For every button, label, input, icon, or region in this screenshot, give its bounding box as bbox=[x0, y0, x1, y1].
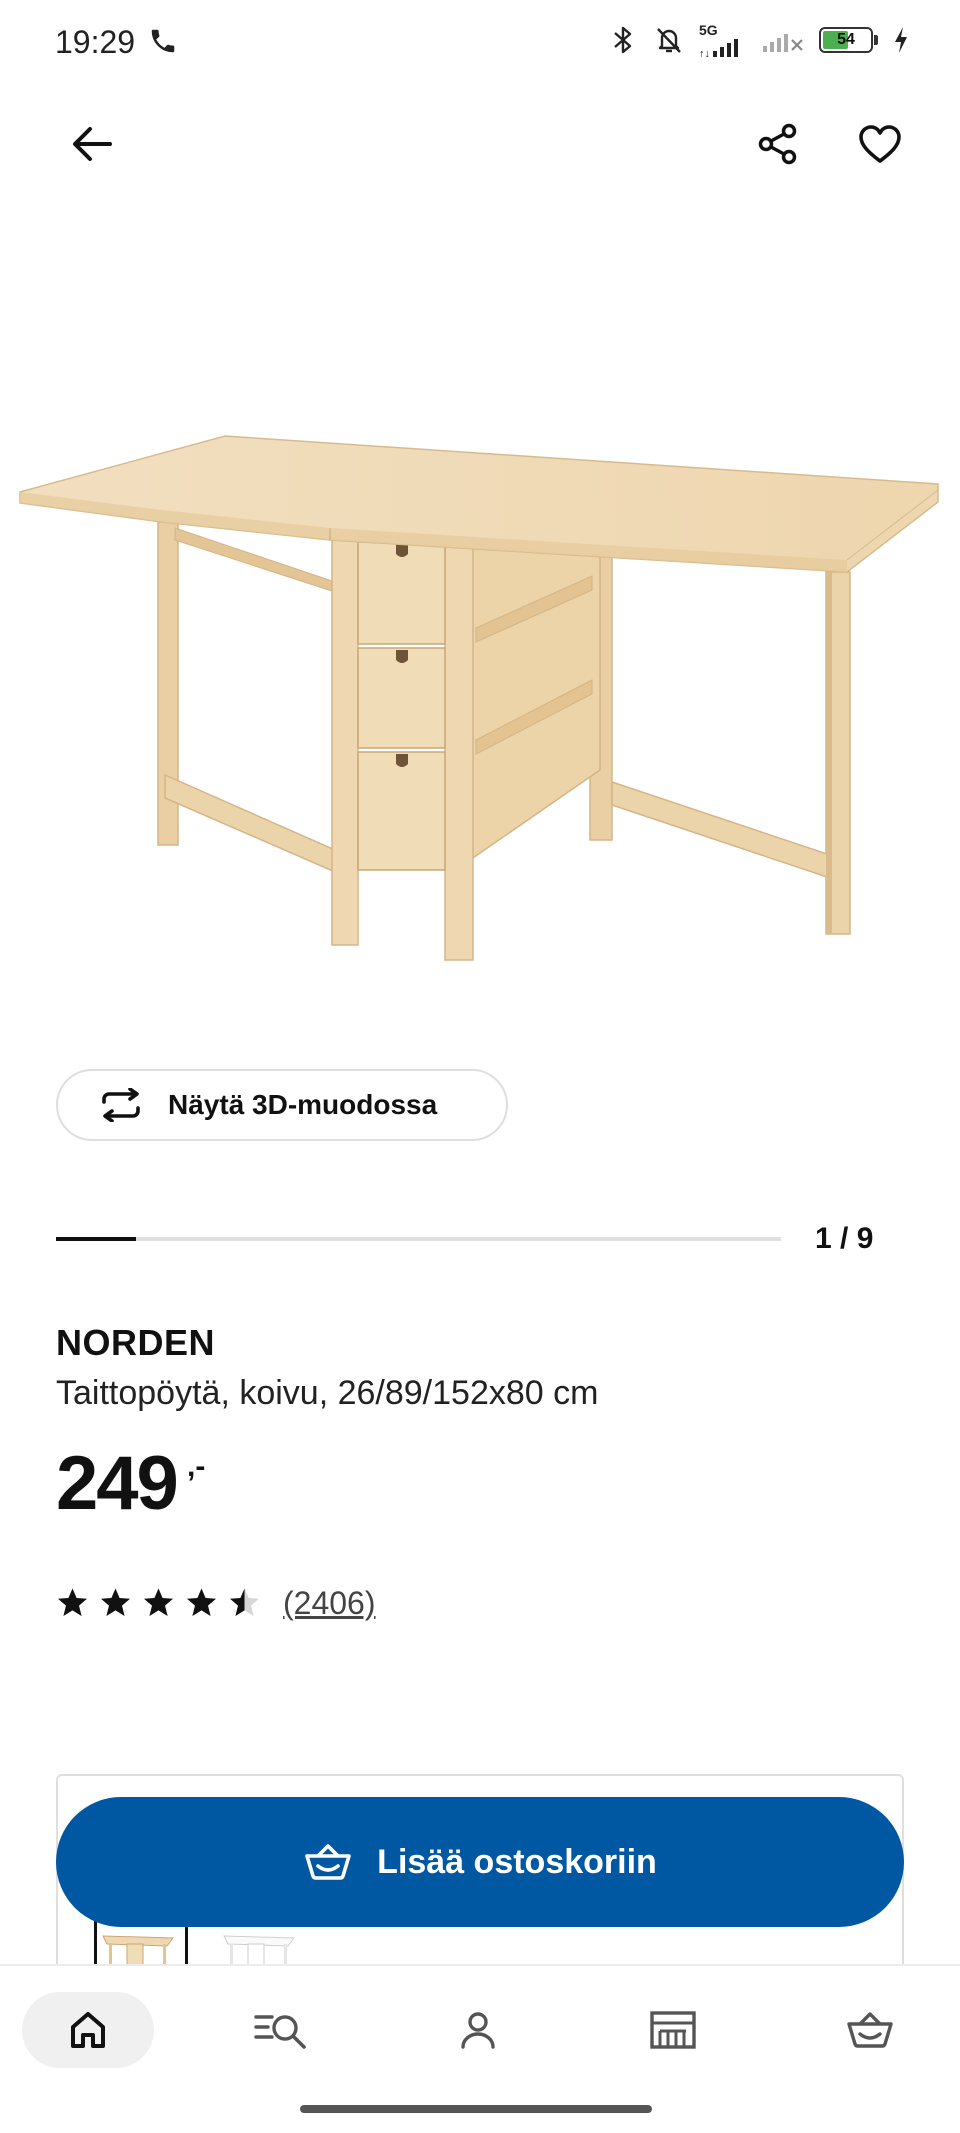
battery-level: 54 bbox=[837, 31, 855, 48]
battery-icon: 54 bbox=[819, 27, 878, 53]
status-time: 19:29 bbox=[55, 24, 136, 60]
nav-basket[interactable] bbox=[810, 1992, 930, 2068]
network-label: 5G bbox=[699, 22, 718, 38]
back-button[interactable] bbox=[56, 108, 128, 180]
search-list-icon bbox=[254, 2015, 306, 2049]
gallery-progress-fill bbox=[56, 1237, 136, 1241]
view-3d-button[interactable]: Näytä 3D-muodossa bbox=[56, 1069, 508, 1141]
rating-stars bbox=[56, 1587, 261, 1620]
price-suffix: ,- bbox=[187, 1450, 206, 1483]
back-arrow-icon bbox=[73, 127, 112, 161]
product-image[interactable] bbox=[0, 400, 960, 1000]
view-3d-label: Näytä 3D-muodossa bbox=[168, 1089, 438, 1120]
status-icons: 5G ↑↓ 54 bbox=[607, 22, 910, 58]
charging-icon bbox=[892, 22, 910, 58]
status-bar: 19:29 5G ↑↓ 54 bbox=[0, 0, 960, 90]
home-icon bbox=[71, 2012, 105, 2048]
share-icon bbox=[758, 123, 797, 165]
heart-icon bbox=[859, 125, 901, 163]
star-icon bbox=[144, 1588, 173, 1616]
gallery-counter: 1 / 9 bbox=[815, 1222, 874, 1255]
rating[interactable]: (2406) bbox=[56, 1585, 376, 1622]
phone-icon bbox=[148, 26, 178, 61]
add-to-cart-label: Lisää ostoskoriin bbox=[377, 1842, 657, 1881]
gallery-progress-bar bbox=[56, 1237, 781, 1241]
rating-count[interactable]: (2406) bbox=[283, 1585, 376, 1622]
signal-icon: 5G ↑↓ bbox=[699, 23, 747, 57]
bluetooth-icon bbox=[607, 22, 639, 58]
product-price: 249 bbox=[56, 1441, 179, 1526]
nav-search[interactable] bbox=[222, 1992, 342, 2068]
basket-icon bbox=[305, 1844, 351, 1880]
nav-home[interactable] bbox=[22, 1992, 154, 2068]
star-icon bbox=[101, 1588, 130, 1616]
signal-weak-icon bbox=[761, 22, 805, 58]
star-icon bbox=[187, 1588, 216, 1616]
home-indicator[interactable] bbox=[300, 2105, 652, 2113]
nav-store[interactable] bbox=[613, 1992, 733, 2068]
add-to-cart-button[interactable]: Lisää ostoskoriin bbox=[56, 1797, 904, 1927]
nav-profile[interactable] bbox=[418, 1992, 538, 2068]
star-icon bbox=[58, 1588, 87, 1616]
store-icon bbox=[650, 2011, 696, 2049]
favourite-button[interactable] bbox=[844, 108, 916, 180]
product-description: Taittopöytä, koivu, 26/89/152x80 cm bbox=[56, 1374, 599, 1412]
basket-icon bbox=[847, 2012, 893, 2048]
bell-muted-icon bbox=[653, 22, 685, 58]
product-name: NORDEN bbox=[56, 1322, 216, 1363]
svg-text:↑↓: ↑↓ bbox=[699, 48, 710, 57]
rotate-3d-icon bbox=[102, 1088, 140, 1122]
profile-icon bbox=[461, 2012, 495, 2049]
share-button[interactable] bbox=[742, 108, 814, 180]
star-icon bbox=[230, 1588, 259, 1616]
